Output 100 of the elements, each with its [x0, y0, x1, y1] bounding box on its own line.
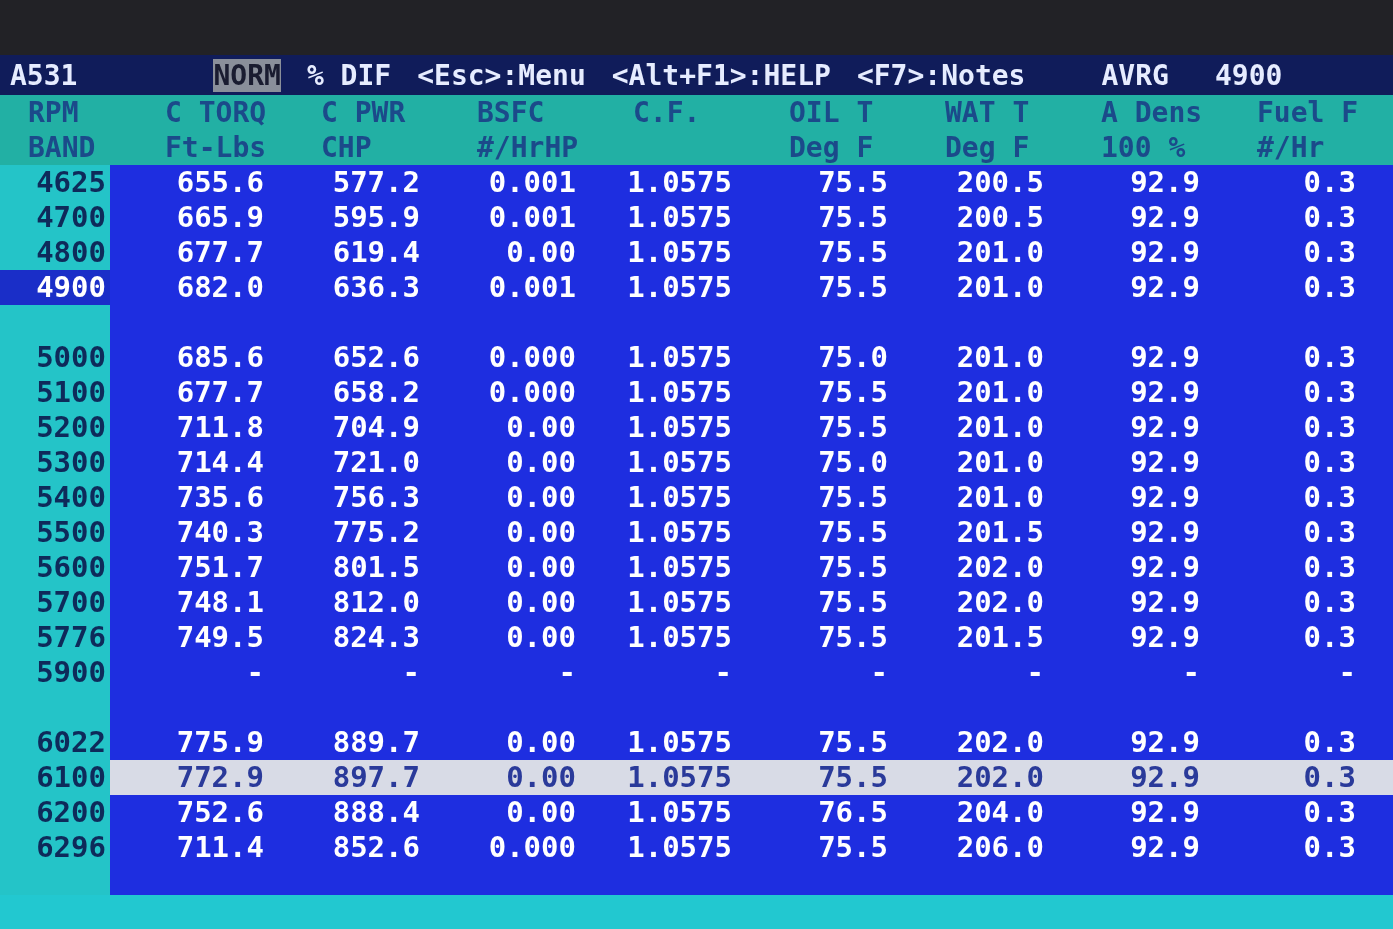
table-cell-text: 735.6 [175, 480, 265, 515]
table-row[interactable]: 4800 677.7 619.4 0.00 1.0575 75.5 201.0 92.9 0.3 [0, 235, 1393, 270]
table-cell-text: 0.3 [1302, 795, 1357, 830]
table-cell-text: 0.3 [1302, 200, 1357, 235]
table-cell-text: 740.3 [175, 515, 265, 550]
table-row[interactable]: 5000 685.6 652.6 0.000 1.0575 75.0 201.0 92.9 0.3 [0, 340, 1393, 375]
table-cell-text: 201.0 [955, 375, 1045, 410]
table-row[interactable]: 5200 711.8 704.9 0.00 1.0575 75.5 201.0 92.9 0.3 [0, 410, 1393, 445]
table-cell-text: - [557, 655, 577, 690]
table-row[interactable]: 5300 714.4 721.0 0.00 1.0575 75.0 201.0 92.9 0.3 [0, 445, 1393, 480]
table-cell-text: 92.9 [1129, 340, 1201, 375]
rpm-cell: 6100 [0, 760, 110, 795]
table-cell-text: 201.0 [955, 340, 1045, 375]
table-cell-text: 636.3 [331, 270, 421, 305]
table-cell-text: 0.3 [1302, 445, 1357, 480]
table-cell-text: 0.00 [505, 550, 577, 585]
table-cell-text: 775.2 [331, 515, 421, 550]
table-cell-text: 92.9 [1129, 830, 1201, 865]
table-cell-text: 1.0575 [626, 235, 733, 270]
table-cell-text: 75.5 [817, 830, 889, 865]
rpm-cell: 5776 [0, 620, 110, 655]
table-cell-text: 1.0575 [626, 515, 733, 550]
table-cell-text: 201.0 [955, 480, 1045, 515]
table-cell-text: 577.2 [331, 165, 421, 200]
rpm-cell: 6200 [0, 795, 110, 830]
table-cell-text: 92.9 [1129, 235, 1201, 270]
table-cell-text: 711.8 [175, 410, 265, 445]
table-cell-text: 1.0575 [626, 445, 733, 480]
table-cell-text: 0.3 [1302, 830, 1357, 865]
mode-option[interactable]: NORM [213, 58, 281, 92]
column-heading: Fuel F [1257, 95, 1358, 130]
table-row[interactable]: 4900 682.0 636.3 0.001 1.0575 75.5 201.0 92.9 0.3 [0, 270, 1393, 305]
table-cell-text: 75.5 [817, 200, 889, 235]
table-cell-text: 824.3 [331, 620, 421, 655]
table-cell-text: 0.001 [487, 200, 577, 235]
table-cell-text: 75.5 [817, 515, 889, 550]
column-heading: WAT T [945, 95, 1031, 130]
table-row[interactable]: 5776 749.5 824.3 0.00 1.0575 75.5 201.5 92.9 0.3 [0, 620, 1393, 655]
table-cell-text: 0.001 [487, 165, 577, 200]
table-cell-text: 75.0 [817, 340, 889, 375]
table-cell-text: 1.0575 [626, 620, 733, 655]
table-cell-text: 748.1 [175, 585, 265, 620]
table-cell-text: 658.2 [331, 375, 421, 410]
table-row[interactable]: 5400 735.6 756.3 0.00 1.0575 75.5 201.0 92.9 0.3 [0, 480, 1393, 515]
table-cell-text: 201.0 [955, 270, 1045, 305]
table-cell-text: 92.9 [1129, 760, 1201, 795]
table-cell-text: 1.0575 [626, 725, 733, 760]
table-cell-text: 0.000 [487, 340, 577, 375]
table-cell-text: 752.6 [175, 795, 265, 830]
rpm-cell: 5300 [0, 445, 110, 480]
table-cell-text: 772.9 [175, 760, 265, 795]
table-cell-text: 92.9 [1129, 410, 1201, 445]
table-cell-text: 1.0575 [626, 795, 733, 830]
table-cell-text: 92.9 [1129, 445, 1201, 480]
table-cell-text: 0.3 [1302, 410, 1357, 445]
table-cell-text: 75.5 [817, 725, 889, 760]
table-cell-text: 0.000 [487, 830, 577, 865]
column-heading: OIL T [789, 95, 875, 130]
table-row[interactable]: 5900 - - - - - - - - [0, 655, 1393, 690]
mode-label: AVRG [1101, 58, 1169, 92]
table-row[interactable]: 5700 748.1 812.0 0.00 1.0575 75.5 202.0 92.9 0.3 [0, 585, 1393, 620]
rpm-cell: 6022 [0, 725, 110, 760]
table-row[interactable]: 4625 655.6 577.2 0.001 1.0575 75.5 200.5 92.9 0.3 [0, 165, 1393, 200]
table-cell-text: 201.5 [955, 515, 1045, 550]
table-cell-text: 775.9 [175, 725, 265, 760]
table-cell-text: - [713, 655, 733, 690]
table-cell-text: 1.0575 [626, 760, 733, 795]
rpm-cell: 5400 [0, 480, 110, 515]
table-cell-text: 92.9 [1129, 515, 1201, 550]
table-cell-text: 1.0575 [626, 410, 733, 445]
table-cell-text: 202.0 [955, 550, 1045, 585]
table-row[interactable]: 4700 665.9 595.9 0.001 1.0575 75.5 200.5 92.9 0.3 [0, 200, 1393, 235]
rpm-cell: 5100 [0, 375, 110, 410]
table-row[interactable]: 6022 775.9 889.7 0.00 1.0575 75.5 202.0 92.9 0.3 [0, 725, 1393, 760]
mode-option[interactable]: % DIF [306, 58, 392, 92]
table-row[interactable]: 6200 752.6 888.4 0.00 1.0575 76.5 204.0 92.9 0.3 [0, 795, 1393, 830]
table-cell-text: 0.00 [505, 795, 577, 830]
table-cell-text: 76.5 [817, 795, 889, 830]
key-hint: <Alt+F1>:HELP [611, 58, 831, 92]
table-cell-text: 92.9 [1129, 620, 1201, 655]
table-cell-text: 1.0575 [626, 375, 733, 410]
table-row[interactable]: 6100 772.9 897.7 0.00 1.0575 75.5 202.0 92.9 0.3 [0, 760, 1393, 795]
column-unit: Deg F [945, 130, 1031, 165]
column-unit: Ft-Lbs [165, 130, 266, 165]
table-cell-text: 92.9 [1129, 795, 1201, 830]
table-cell-text: 201.5 [955, 620, 1045, 655]
table-row[interactable]: 5500 740.3 775.2 0.00 1.0575 75.5 201.5 92.9 0.3 [0, 515, 1393, 550]
table-row[interactable]: 5100 677.7 658.2 0.000 1.0575 75.5 201.0 92.9 0.3 [0, 375, 1393, 410]
table-cell-text: 704.9 [331, 410, 421, 445]
table-cell-text: 92.9 [1129, 725, 1201, 760]
table-row[interactable]: 5600 751.7 801.5 0.00 1.0575 75.5 202.0 92.9 0.3 [0, 550, 1393, 585]
rpm-cell: 4800 [0, 235, 110, 270]
column-heading: RPM [28, 95, 80, 130]
table-cell-text: - [1337, 655, 1357, 690]
table-cell-text: 711.4 [175, 830, 265, 865]
table-cell-text: 0.3 [1302, 375, 1357, 410]
table-cell-text: 0.3 [1302, 340, 1357, 375]
table-cell-text: 665.9 [175, 200, 265, 235]
table-cell-text: 1.0575 [626, 585, 733, 620]
table-row[interactable]: 6296 711.4 852.6 0.000 1.0575 75.5 206.0 92.9 0.3 [0, 830, 1393, 865]
